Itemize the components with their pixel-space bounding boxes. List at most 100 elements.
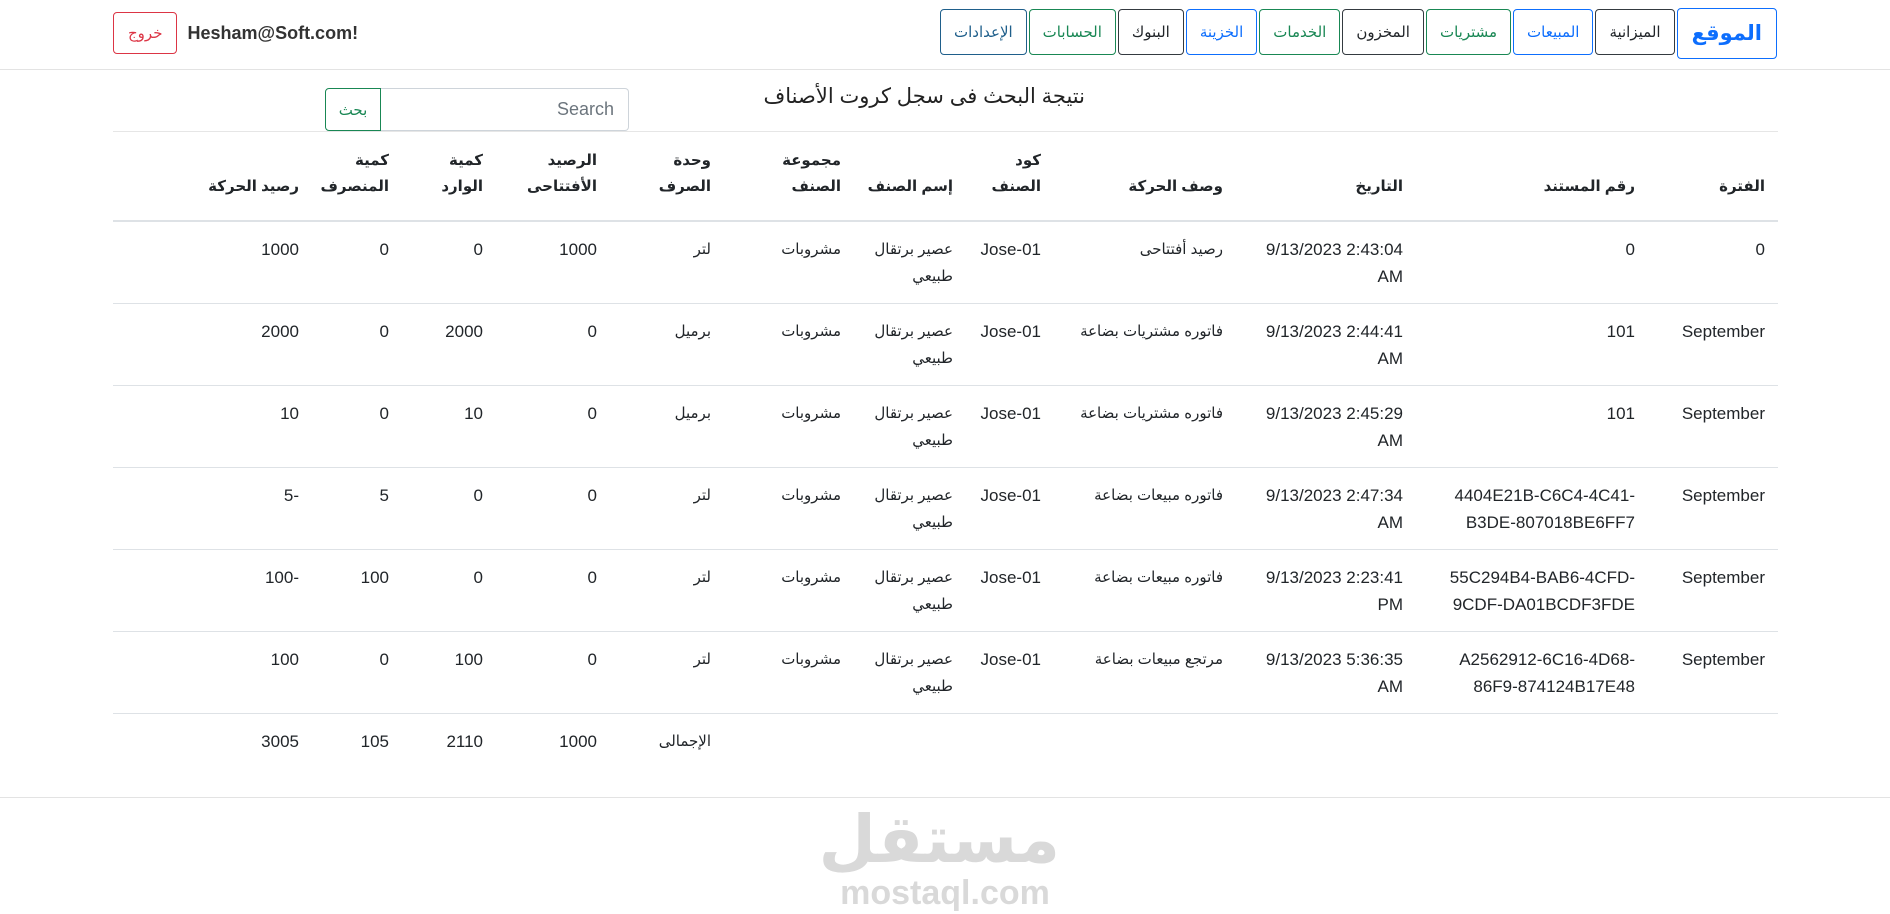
table-row[interactable]: September 4404E21B-C6C4-4C41-B3DE-807018B… <box>113 466 1778 549</box>
cell-item-group: مشروبات <box>724 220 854 303</box>
nav-item-accounts[interactable]: الحسابات <box>1028 9 1116 55</box>
nav-item-sales[interactable]: المبيعات <box>1513 9 1594 55</box>
cell-movement: رصيد أفتتاحى <box>1054 220 1236 303</box>
total-empty-cell <box>854 712 966 773</box>
cell-doc-no-text: 55C294B4-BAB6-4CFD-9CDF-DA01BCDF3FDE <box>1449 567 1635 614</box>
cell-balance: 10 <box>113 384 312 467</box>
cell-opening: 0 <box>496 630 610 713</box>
user-area: خروج Hesham@Soft.com! <box>113 12 358 54</box>
cell-qty-in: 0 <box>402 548 496 631</box>
total-empty-cell <box>1054 712 1236 773</box>
col-header-balance[interactable]: رصيد الحركة <box>113 132 312 222</box>
col-header-item-name[interactable]: إسم الصنف <box>854 132 966 222</box>
cell-doc-no: 101 <box>1416 384 1648 467</box>
total-empty-cell <box>1416 712 1648 773</box>
cell-item-code: Jose-01 <box>966 548 1054 631</box>
total-qty-in: 2110 <box>402 712 496 773</box>
cell-opening: 0 <box>496 302 610 385</box>
item-card-table: الفترة رقم المستند التاريخ وصف الحركة كو… <box>113 132 1778 773</box>
cell-item-group: مشروبات <box>724 384 854 467</box>
cell-qty-in: 0 <box>402 220 496 303</box>
table-row[interactable]: September 101 9/13/2023 2:45:29 AM فاتوره م… <box>113 384 1778 467</box>
total-balance: 3005 <box>113 712 312 773</box>
col-header-unit[interactable]: وحدة الصرف <box>610 132 724 222</box>
nav-item-settings[interactable]: الإعدادات <box>939 9 1027 55</box>
cell-item-name: عصير برتقال طبيعي <box>854 302 966 385</box>
cell-unit: لتر <box>610 220 724 303</box>
page-title: نتيجة البحث فى سجل كروت الأصناف <box>763 85 1086 108</box>
nav-item-inventory[interactable]: المخزون <box>1342 9 1424 55</box>
cell-item-group: مشروبات <box>724 548 854 631</box>
cell-item-group: مشروبات <box>724 302 854 385</box>
cell-item-code: Jose-01 <box>966 302 1054 385</box>
cell-qty-in: 0 <box>402 466 496 549</box>
cell-movement: مرتجع مبيعات بضاعة <box>1054 630 1236 713</box>
col-header-qty-in[interactable]: كمية الوارد <box>402 132 496 222</box>
cell-doc-no-text: 4404E21B-C6C4-4C41-B3DE-807018BE6FF7 <box>1454 485 1636 532</box>
watermark-latin: mostaql.com <box>840 874 1050 912</box>
nav-item-purchases[interactable]: مشتريات <box>1425 9 1512 55</box>
cell-item-name: عصير برتقال طبيعي <box>854 630 966 713</box>
col-header-doc-no[interactable]: رقم المستند <box>1416 132 1648 222</box>
col-header-item-group[interactable]: مجموعة الصنف <box>724 132 854 222</box>
cell-doc-no-text: A2562912-6C16-4D68-86F9-874124B17E48 <box>1459 649 1635 696</box>
table-row[interactable]: September 101 9/13/2023 2:44:41 AM فاتوره م… <box>113 302 1778 385</box>
table-row[interactable]: 0 0 9/13/2023 2:43:04 AM رصيد أفتتاحى Jose-0… <box>113 220 1778 303</box>
col-header-movement[interactable]: وصف الحركة <box>1054 132 1236 222</box>
cell-date: 9/13/2023 2:23:41 PM <box>1236 548 1416 631</box>
totals-row: الإجمالى 1000 2110 105 3005 <box>113 712 1778 773</box>
cell-date: 9/13/2023 2:44:41 AM <box>1236 302 1416 385</box>
cell-balance: 100 <box>113 630 312 713</box>
cell-movement: فاتوره مشتريات بضاعة <box>1054 302 1236 385</box>
cell-movement: فاتوره مبيعات بضاعة <box>1054 466 1236 549</box>
col-header-opening[interactable]: الرصيد الأفتتاحى <box>496 132 610 222</box>
cell-qty-in: 100 <box>402 630 496 713</box>
cell-qty-out: 0 <box>312 630 402 713</box>
col-header-item-code[interactable]: كود الصنف <box>966 132 1054 222</box>
main-nav: الموقع الميزانية المبيعات مشتريات المخزو… <box>939 8 1777 59</box>
cell-movement: فاتوره مبيعات بضاعة <box>1054 548 1236 631</box>
cell-item-code: Jose-01 <box>966 220 1054 303</box>
total-empty-cell <box>1236 712 1416 773</box>
cell-item-name: عصير برتقال طبيعي <box>854 548 966 631</box>
cell-date: 9/13/2023 2:45:29 AM <box>1236 384 1416 467</box>
total-opening: 1000 <box>496 712 610 773</box>
search-button[interactable]: بحث <box>325 88 381 131</box>
col-header-date[interactable]: التاريخ <box>1236 132 1416 222</box>
cell-unit: برميل <box>610 302 724 385</box>
cell-period: September <box>1648 466 1778 549</box>
cell-doc-no: 4404E21B-C6C4-4C41-B3DE-807018BE6FF7 <box>1416 466 1648 549</box>
cell-qty-out: 5 <box>312 466 402 549</box>
nav-item-banks[interactable]: البنوك <box>1117 9 1184 55</box>
cell-qty-in: 2000 <box>402 302 496 385</box>
cell-balance: 2000 <box>113 302 312 385</box>
cell-qty-out: 0 <box>312 220 402 303</box>
logout-button[interactable]: خروج <box>113 12 178 54</box>
nav-item-services[interactable]: الخدمات <box>1259 9 1341 55</box>
cell-unit: برميل <box>610 384 724 467</box>
cell-unit: لتر <box>610 466 724 549</box>
table-row[interactable]: September A2562912-6C16-4D68-86F9-874124B… <box>113 630 1778 713</box>
cell-item-group: مشروبات <box>724 630 854 713</box>
cell-doc-no: 101 <box>1416 302 1648 385</box>
cell-period: 0 <box>1648 220 1778 303</box>
search-input[interactable] <box>381 88 629 131</box>
search-group: بحث <box>325 88 629 131</box>
cell-movement: فاتوره مشتريات بضاعة <box>1054 384 1236 467</box>
footer-divider <box>0 797 1890 798</box>
col-header-period[interactable]: الفترة <box>1648 132 1778 222</box>
nav-brand-button[interactable]: الموقع <box>1676 8 1777 59</box>
cell-item-name: عصير برتقال طبيعي <box>854 384 966 467</box>
cell-item-code: Jose-01 <box>966 384 1054 467</box>
cell-date-text: 9/13/2023 5:36:35 AM <box>1265 649 1403 696</box>
nav-item-budget[interactable]: الميزانية <box>1595 9 1675 55</box>
cell-doc-no: 55C294B4-BAB6-4CFD-9CDF-DA01BCDF3FDE <box>1416 548 1648 631</box>
cell-date: 9/13/2023 2:47:34 AM <box>1236 466 1416 549</box>
total-empty-cell <box>966 712 1054 773</box>
cell-qty-in: 10 <box>402 384 496 467</box>
cell-period: September <box>1648 384 1778 467</box>
col-header-qty-out[interactable]: كمية المنصرف <box>312 132 402 222</box>
cell-item-name: عصير برتقال طبيعي <box>854 220 966 303</box>
table-row[interactable]: September 55C294B4-BAB6-4CFD-9CDF-DA01BCD… <box>113 548 1778 631</box>
nav-item-treasury[interactable]: الخزينة <box>1185 9 1258 55</box>
